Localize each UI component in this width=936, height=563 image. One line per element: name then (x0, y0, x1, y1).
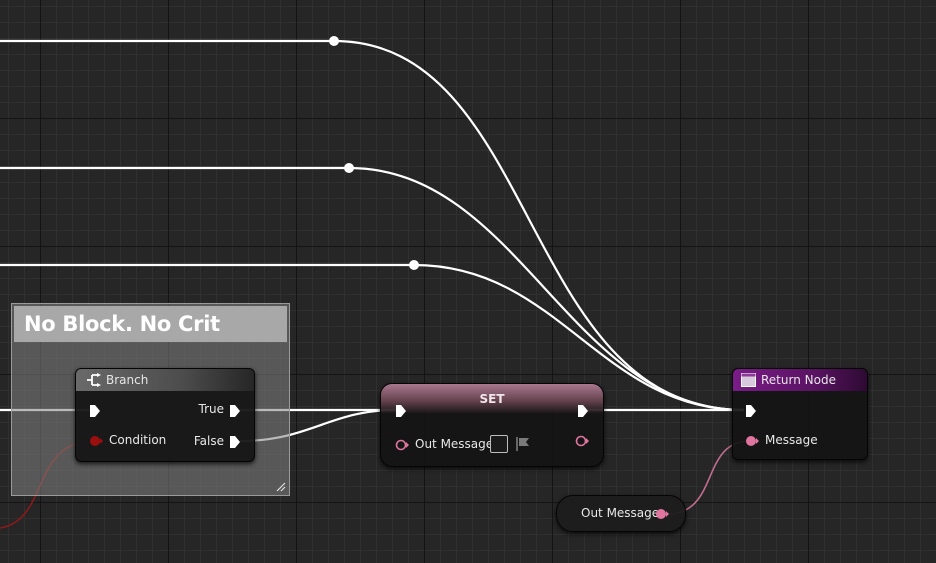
branch-node-title: Branch (106, 373, 149, 387)
resize-grip-icon[interactable] (274, 480, 286, 492)
return-node-title: Return Node (761, 373, 836, 387)
condition-pin-label: Condition (109, 433, 167, 447)
set-message-in-pin-icon[interactable] (395, 439, 409, 451)
set-message-out-pin-icon[interactable] (575, 435, 589, 447)
getter-out-pin-icon[interactable] (655, 508, 669, 520)
set-message-pin-label: Out Message (415, 437, 494, 451)
reroute-knot-top[interactable] (329, 36, 339, 46)
return-message-pin-icon[interactable] (745, 435, 759, 447)
return-node-header[interactable]: Return Node (733, 369, 867, 391)
flag-icon[interactable] (515, 436, 531, 452)
set-exec-in-pin-icon[interactable] (395, 404, 407, 418)
exec-true-pin-icon[interactable] (229, 404, 241, 418)
message-value-field[interactable] (490, 435, 508, 453)
condition-pin-icon[interactable] (89, 435, 103, 447)
getter-label: Out Message (581, 506, 660, 520)
exec-false-pin-icon[interactable] (229, 435, 241, 449)
comment-title[interactable]: No Block. No Crit (14, 306, 287, 342)
set-exec-out-pin-icon[interactable] (577, 404, 589, 418)
reroute-knot-lower[interactable] (409, 260, 419, 270)
return-node[interactable]: Return Node Message (732, 368, 868, 460)
function-icon (741, 373, 756, 387)
branch-node[interactable]: Branch Condition True False (75, 368, 255, 462)
reroute-knot-middle[interactable] (344, 163, 354, 173)
return-message-pin-label: Message (765, 433, 818, 447)
true-pin-label: True (198, 402, 225, 416)
out-message-getter-node[interactable]: Out Message (556, 495, 686, 532)
return-exec-in-pin-icon[interactable] (745, 404, 757, 418)
branch-icon (87, 373, 101, 387)
exec-in-pin-icon[interactable] (89, 404, 101, 418)
set-node-title: SET (479, 392, 505, 406)
false-pin-label: False (193, 434, 224, 448)
set-node[interactable]: SET Out Message (380, 383, 604, 467)
branch-node-header[interactable]: Branch (76, 369, 254, 391)
set-node-header[interactable]: SET (381, 384, 603, 414)
